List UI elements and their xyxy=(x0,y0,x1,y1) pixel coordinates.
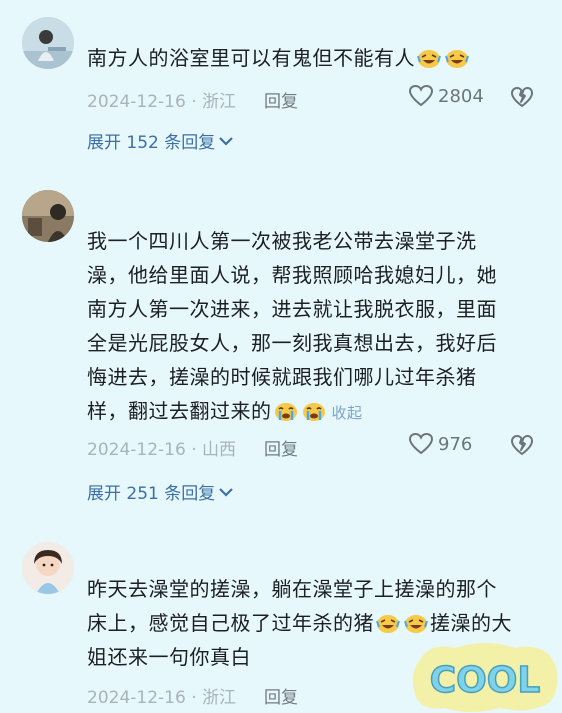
reply-button[interactable]: 回复 xyxy=(264,435,298,460)
comment-line: 我一个四川人第一次被我老公带去澡堂子洗 xyxy=(87,229,477,253)
crying-laughing-emoji-icon xyxy=(404,615,428,633)
crying-laughing-emoji-icon xyxy=(445,50,469,68)
sticker-text: COOL xyxy=(430,660,541,701)
date-location: 2024-12-16 · 山西 xyxy=(87,440,237,460)
expand-replies-button[interactable]: 展开 152 条回复 xyxy=(87,128,234,153)
comment-meta: 2024-12-16 · 浙江 回复 2804 xyxy=(87,84,540,112)
comment-text: 我一个四川人第一次被我老公带去澡堂子洗 澡，他给里面人说，帮我照顾哈我媳妇儿，她… xyxy=(87,224,542,430)
comment-line: 床上，感觉自己极了过年杀的猪 xyxy=(87,611,374,635)
reply-button[interactable]: 回复 xyxy=(264,87,298,112)
comment-line: 昨天去澡堂的搓澡，躺在澡堂子上搓澡的那个 xyxy=(87,577,497,601)
comment-line-last: 样，翻过去翻过来的 收起 xyxy=(87,394,542,430)
expand-replies-button[interactable]: 展开 251 条回复 xyxy=(87,479,234,504)
comment-line-2: 床上，感觉自己极了过年杀的猪 搓澡的大 xyxy=(87,606,542,640)
comment-text: 南方人的浴室里可以有鬼但不能有人 xyxy=(87,41,542,75)
comment-body: 南方人的浴室里可以有鬼但不能有人 xyxy=(87,46,415,70)
like-count: 2804 xyxy=(438,85,484,107)
expand-replies-label: 展开 251 条回复 xyxy=(87,484,216,504)
reply-button[interactable]: 回复 xyxy=(264,683,298,708)
comment-line: 南方人第一次进来，进去就让我脱衣服，里面 xyxy=(87,297,497,321)
date-location: 2024-12-16 · 浙江 xyxy=(87,688,237,708)
comment-line: 全是光屁股女人，那一刻我真想出去，我好后 xyxy=(87,331,497,355)
comment-line: 悔进去，搓澡的时候就跟我们哪儿过年杀猪 xyxy=(87,365,477,389)
comment-line: 澡，他给里面人说，帮我照顾哈我媳妇儿，她 xyxy=(87,263,497,287)
crying-emoji-icon xyxy=(274,403,297,421)
collapse-link[interactable]: 收起 xyxy=(332,404,363,422)
crying-laughing-emoji-icon xyxy=(376,615,400,633)
comment-meta: 2024-12-16 · 山西 回复 976 xyxy=(87,432,540,460)
expand-replies-label: 展开 152 条回复 xyxy=(87,133,216,153)
chevron-down-icon xyxy=(219,136,234,146)
heart-icon xyxy=(408,432,434,455)
crying-emoji-icon xyxy=(302,403,325,421)
cool-sticker: COOL xyxy=(412,643,558,712)
comment-line: 样，翻过去翻过来的 xyxy=(87,399,272,423)
avatar[interactable] xyxy=(22,17,74,69)
avatar[interactable] xyxy=(22,190,74,242)
heart-icon xyxy=(408,84,434,107)
date-location: 2024-12-16 · 浙江 xyxy=(87,92,237,112)
broken-heart-icon[interactable] xyxy=(510,85,534,109)
like-button[interactable]: 2804 xyxy=(408,84,484,108)
like-button[interactable]: 976 xyxy=(408,432,472,456)
chevron-down-icon xyxy=(219,487,234,497)
broken-heart-icon[interactable] xyxy=(510,433,534,457)
crying-laughing-emoji-icon xyxy=(417,50,441,68)
avatar[interactable] xyxy=(22,542,74,594)
like-count: 976 xyxy=(438,433,473,455)
comment-line-tail: 搓澡的大 xyxy=(430,611,512,635)
